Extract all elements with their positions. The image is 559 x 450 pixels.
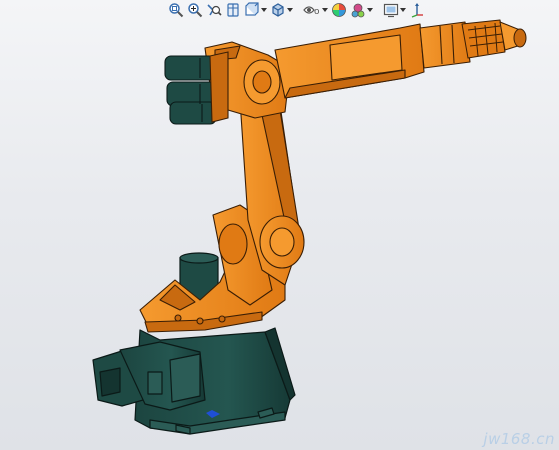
robot-base: [92, 327, 296, 435]
robot-arm-model[interactable]: [0, 0, 559, 450]
graphics-viewport[interactable]: o jw168.cn: [0, 0, 559, 450]
robot-wrist: [461, 19, 527, 59]
robot-lower-arm: [212, 99, 305, 306]
robot-upper-arm: [274, 21, 471, 99]
robot-motors: [164, 51, 229, 125]
watermark: jw168.cn: [483, 430, 555, 448]
